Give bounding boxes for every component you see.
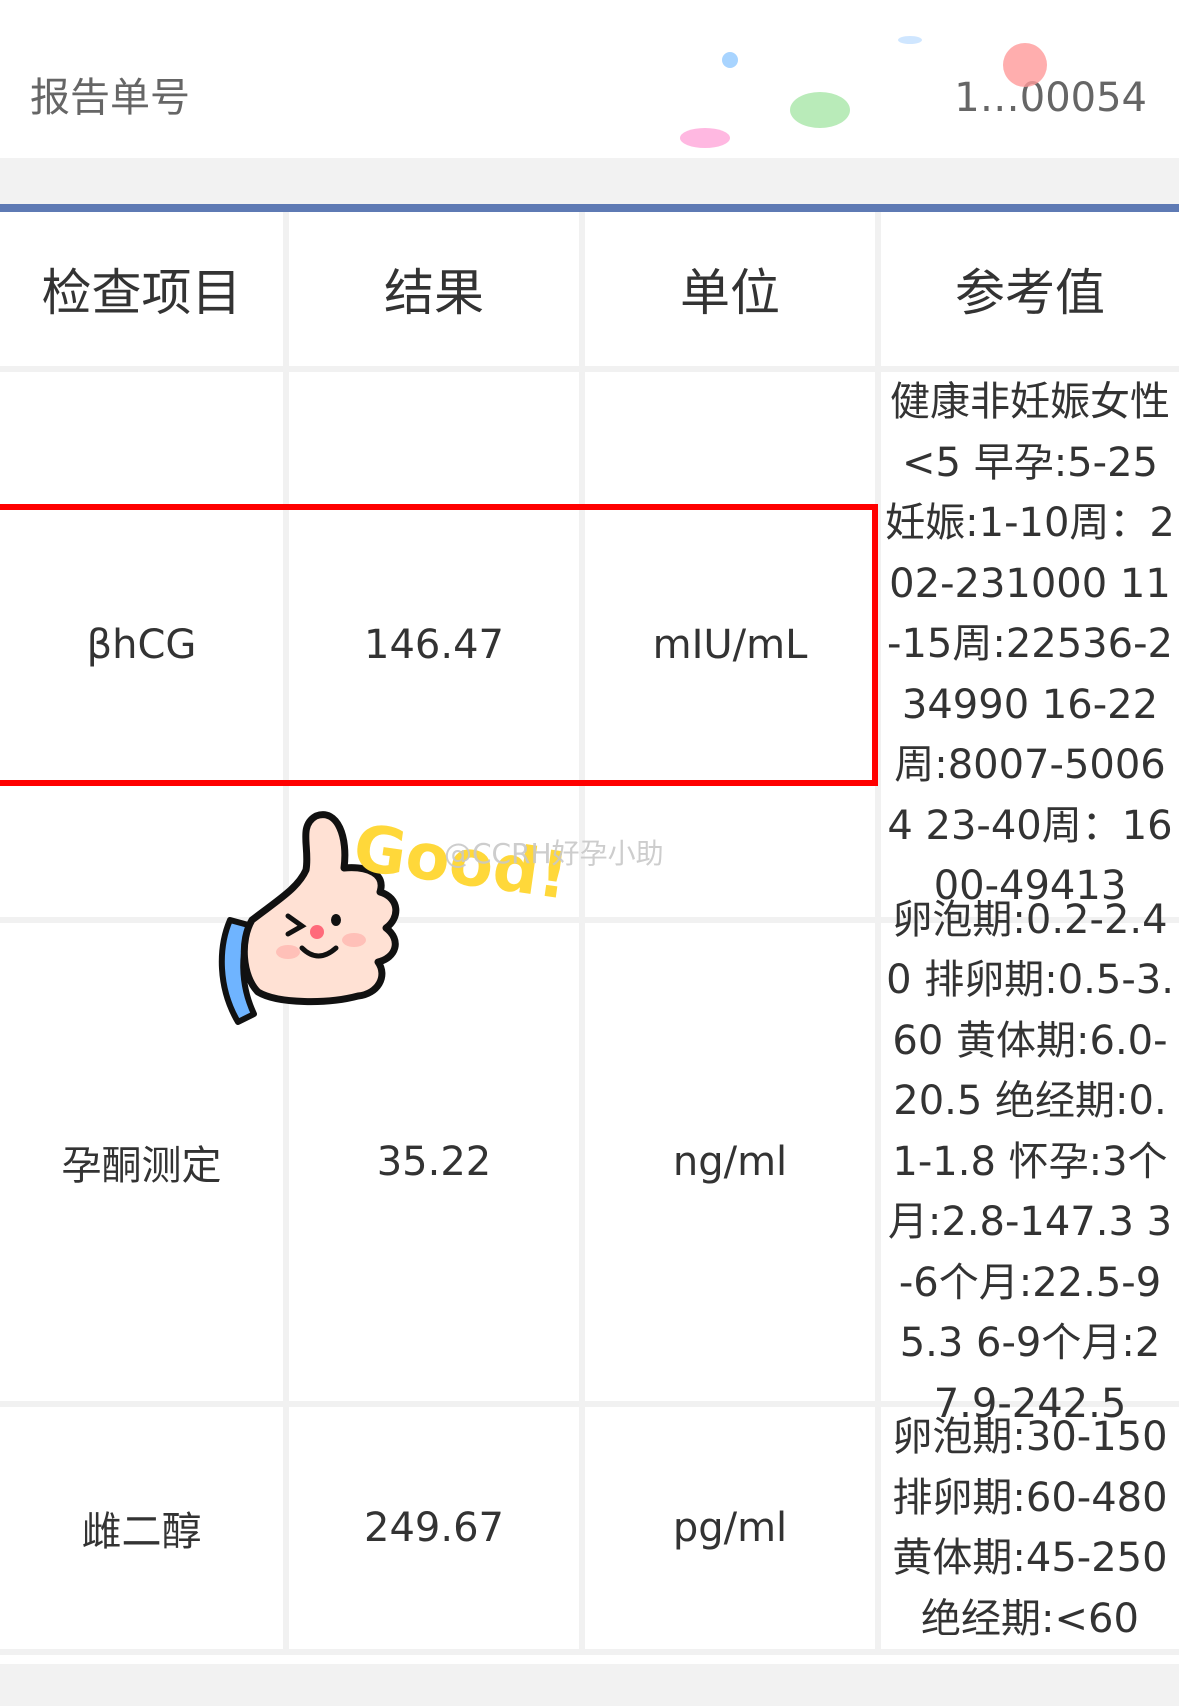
header-result: 结果 <box>289 212 585 366</box>
highlight-box <box>0 504 878 786</box>
reference-range: 卵泡期:30-150 排卵期:60-480 黄体期:45-250 绝经期:<60 <box>892 1414 1168 1642</box>
table-header-row: 检查项目 结果 单位 参考值 <box>0 212 1179 372</box>
header-reference: 参考值 <box>955 264 1105 322</box>
section-separator <box>0 158 1179 204</box>
results-table: 检查项目 结果 单位 参考值 βhCG 146.47 mIU/mL 健康非妊娠女… <box>0 212 1179 1655</box>
result-value: 249.67 <box>289 1407 585 1649</box>
unit-value: pg/ml <box>585 1407 881 1649</box>
reference-range: 卵泡期:0.2-2.40 排卵期:0.5-3.60 黄体期:6.0-20.5 绝… <box>886 896 1174 1427</box>
page-footer-band <box>0 1664 1179 1706</box>
header-divider <box>0 204 1179 212</box>
decoration-clouds <box>680 36 1047 148</box>
report-header: 报告单号 1…00054 <box>0 0 1179 158</box>
reference-range: 健康非妊娠女性<5 早孕:5-25 妊娠:1-10周：202-231000 11… <box>885 379 1175 910</box>
header-unit: 单位 <box>585 212 881 366</box>
unit-value: ng/ml <box>585 923 881 1401</box>
table-row: 雌二醇 249.67 pg/ml 卵泡期:30-150 排卵期:60-480 黄… <box>0 1407 1179 1655</box>
header-item: 检查项目 <box>0 212 289 366</box>
report-number-label: 报告单号 <box>30 75 190 121</box>
watermark-text: @CCRH好孕小助 <box>444 837 664 870</box>
table-row: 孕酮测定 35.22 ng/ml 卵泡期:0.2-2.40 排卵期:0.5-3.… <box>0 896 1179 1427</box>
item-name: 雌二醇 <box>0 1407 289 1649</box>
